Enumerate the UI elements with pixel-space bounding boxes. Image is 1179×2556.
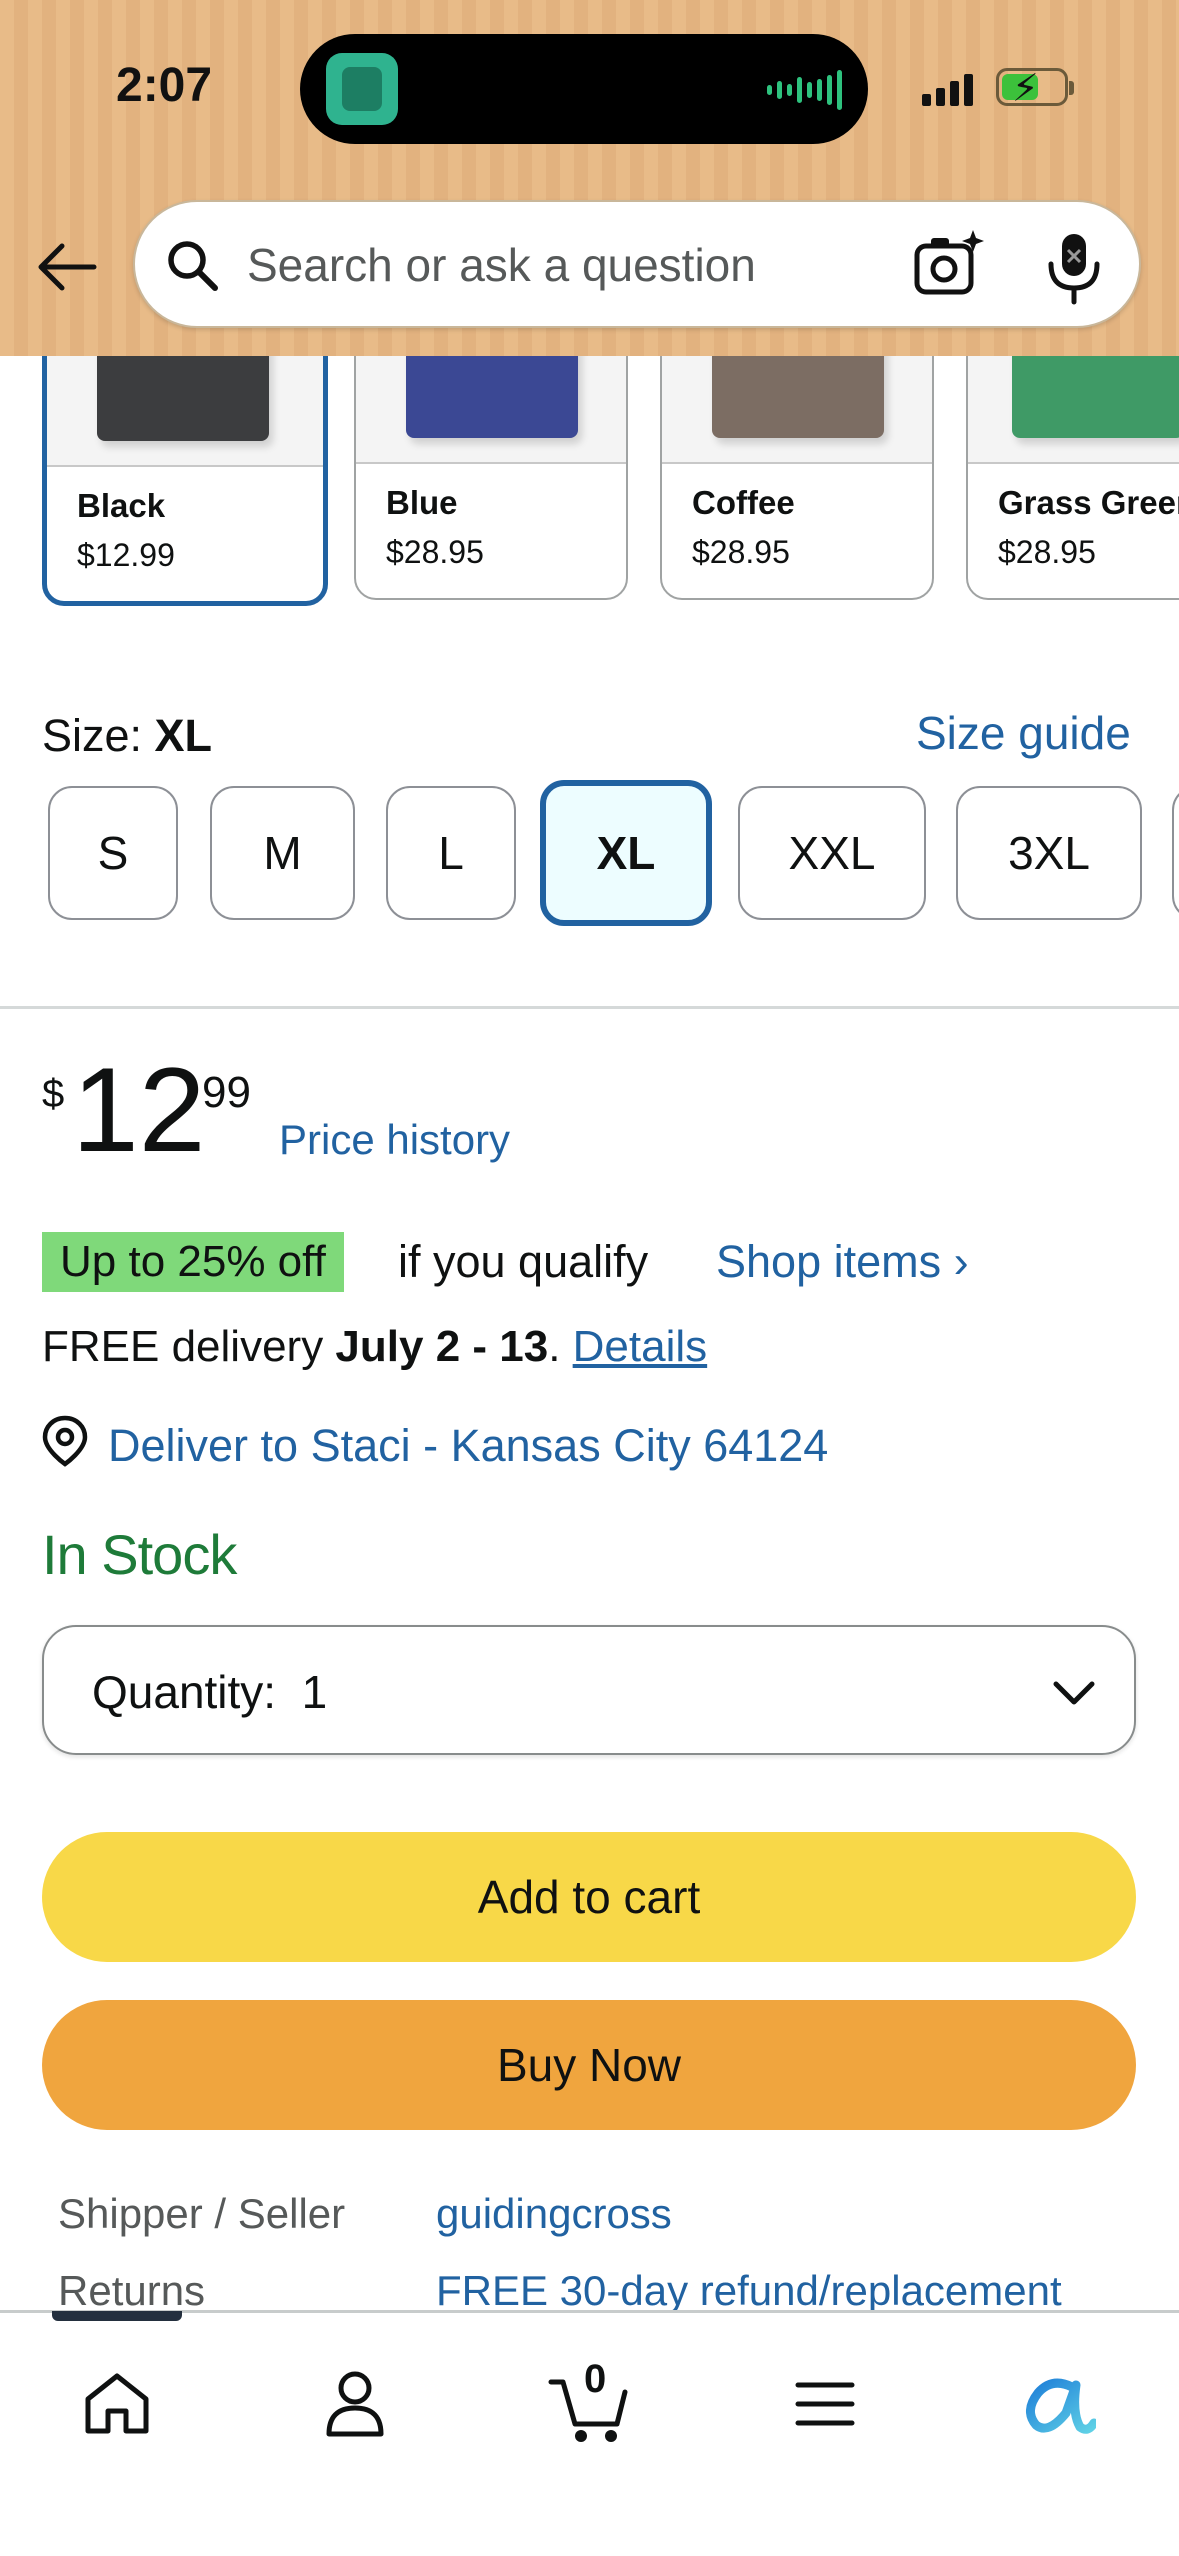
now-playing-app-icon — [326, 53, 398, 125]
delivery-dates: July 2 - 13 — [335, 1322, 549, 1371]
charging-bolt-icon: ⚡ — [1012, 66, 1039, 110]
price-whole: 12 — [72, 1043, 206, 1177]
search-input[interactable] — [247, 230, 887, 300]
camera-icon[interactable] — [911, 228, 987, 304]
size-label: Size: XL — [42, 710, 212, 762]
delivery-info: FREE delivery July 2 - 13. Details — [42, 1322, 707, 1372]
swatch-price: $28.95 — [692, 534, 790, 570]
deal-text: if you qualify — [398, 1236, 649, 1287]
size-label-text: Size: — [42, 710, 155, 761]
back-arrow-icon — [38, 243, 97, 291]
cellular-signal-icon — [922, 72, 973, 106]
home-icon — [85, 2373, 149, 2434]
shop-items-link[interactable]: Shop items › — [716, 1236, 969, 1288]
swatch-name: Coffee — [692, 484, 795, 521]
deliver-to-link[interactable]: Deliver to Staci - Kansas City 64124 — [108, 1420, 828, 1472]
rufus-icon — [1026, 2378, 1096, 2434]
quantity-label: Quantity: — [92, 1666, 277, 1718]
swatch-price: $28.95 — [386, 534, 484, 570]
info-label-shipper: Shipper / Seller — [58, 2190, 346, 2237]
nav-active-indicator — [52, 2311, 182, 2321]
chevron-down-icon — [1053, 1681, 1095, 1705]
size-option-xl[interactable]: XL — [540, 780, 712, 926]
cart-count: 0 — [584, 2357, 607, 2401]
info-value-seller-link[interactable]: guidingcross — [436, 2190, 672, 2238]
size-option-m[interactable]: M — [210, 786, 355, 920]
info-value-returns-link[interactable]: FREE 30-day refund/replacement — [436, 2267, 1062, 2315]
swatch-name: Grass Green — [998, 484, 1179, 521]
size-option-l[interactable]: L — [386, 786, 516, 920]
back-button[interactable] — [30, 232, 104, 302]
search-icon — [168, 241, 218, 291]
add-to-cart-button[interactable]: Add to cart — [42, 1832, 1136, 1962]
size-option-s[interactable]: S — [48, 786, 178, 920]
price-currency: $ — [42, 1072, 65, 1116]
info-label-returns: Returns — [58, 2267, 206, 2314]
quantity-text: Quantity: 1 — [92, 1665, 327, 1719]
delivery-separator: . — [548, 1322, 573, 1371]
size-option-partial[interactable] — [1172, 786, 1179, 920]
account-icon — [326, 2371, 384, 2437]
status-time: 2:07 — [116, 59, 213, 112]
nav-rufus[interactable] — [1004, 2349, 1114, 2459]
bottom-nav: 0 — [0, 2310, 1179, 2556]
top-header: 2:07 ⚡ — [0, 0, 1179, 356]
deal-badge: Up to 25% off — [42, 1232, 344, 1292]
swatch-price: $12.99 — [77, 537, 175, 573]
size-guide-link[interactable]: Size guide — [916, 706, 1131, 760]
audio-wave-icon — [767, 70, 842, 110]
microphone-icon[interactable] — [1041, 230, 1107, 306]
price-fraction: 99 — [202, 1068, 251, 1117]
menu-icon — [795, 2382, 855, 2426]
size-options: S M L XL XXL 3XL — [0, 780, 1179, 930]
dynamic-island — [300, 34, 868, 144]
size-option-3xl[interactable]: 3XL — [956, 786, 1142, 920]
swatch-price: $28.95 — [998, 534, 1096, 570]
nav-cart[interactable]: 0 — [534, 2349, 644, 2459]
swatch-name: Blue — [386, 484, 458, 521]
price-history-link[interactable]: Price history — [279, 1116, 510, 1164]
quantity-value: 1 — [301, 1666, 328, 1718]
delivery-prefix: FREE delivery — [42, 1322, 336, 1371]
stock-status: In Stock — [42, 1523, 237, 1586]
swatch-name: Black — [77, 487, 166, 524]
delivery-details-link[interactable]: Details — [573, 1322, 708, 1371]
nav-home[interactable] — [62, 2349, 172, 2459]
section-divider — [0, 1006, 1179, 1009]
search-bar[interactable] — [133, 200, 1141, 328]
size-option-xxl[interactable]: XXL — [738, 786, 926, 920]
location-pin-icon — [42, 1415, 88, 1467]
buy-now-button[interactable]: Buy Now — [42, 2000, 1136, 2130]
quantity-select[interactable]: Quantity: 1 — [42, 1625, 1136, 1755]
size-selected-value: XL — [154, 710, 213, 761]
nav-menu[interactable] — [770, 2349, 880, 2459]
nav-account[interactable] — [300, 2349, 410, 2459]
